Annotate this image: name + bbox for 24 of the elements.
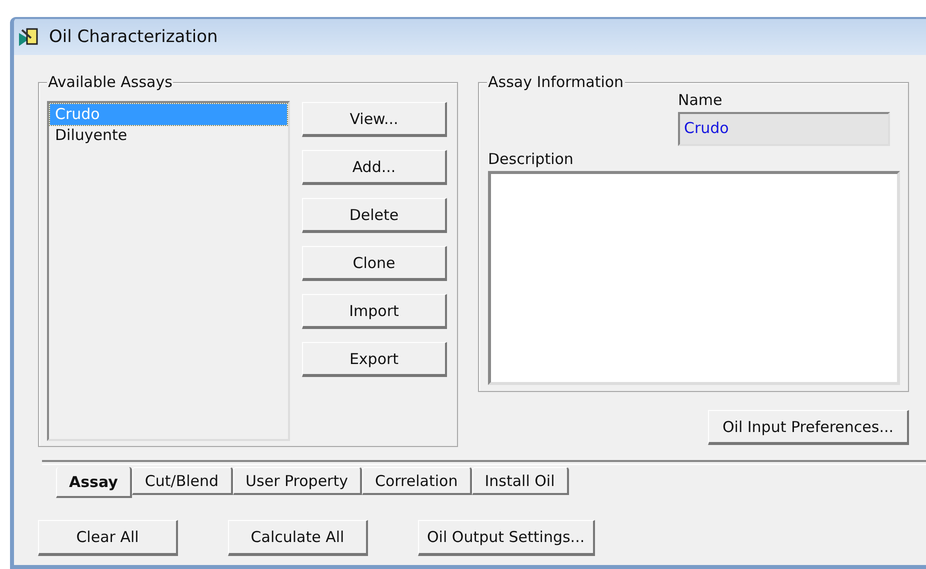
window-title: Oil Characterization [49, 27, 218, 47]
tab[interactable]: Cut/Blend [132, 467, 233, 495]
assay-button[interactable]: Add... [302, 150, 447, 185]
name-field[interactable]: Crudo [678, 112, 890, 146]
description-label: Description [488, 150, 574, 168]
list-item[interactable]: Diluyente [50, 125, 287, 146]
assay-button[interactable]: Export [302, 342, 447, 377]
action-button[interactable]: Oil Output Settings... [418, 520, 595, 556]
action-button[interactable]: Calculate All [228, 520, 368, 556]
tab[interactable]: Install Oil [472, 467, 569, 495]
description-field[interactable] [488, 171, 900, 385]
tab[interactable]: Assay [56, 467, 132, 498]
assay-button[interactable]: View... [302, 102, 447, 137]
group-title: Assay Information [487, 73, 625, 91]
assay-button[interactable]: Clone [302, 246, 447, 281]
tab[interactable]: User Property [232, 467, 362, 495]
assay-button[interactable]: Delete [302, 198, 447, 233]
assay-button[interactable]: Import [302, 294, 447, 329]
tab[interactable]: Correlation [362, 467, 472, 495]
app-icon [19, 27, 41, 47]
action-button[interactable]: Clear All [38, 520, 178, 556]
group-title: Available Assays [47, 73, 174, 91]
oil-input-preferences-button[interactable]: Oil Input Preferences... [708, 410, 909, 445]
name-label: Name [678, 91, 724, 109]
